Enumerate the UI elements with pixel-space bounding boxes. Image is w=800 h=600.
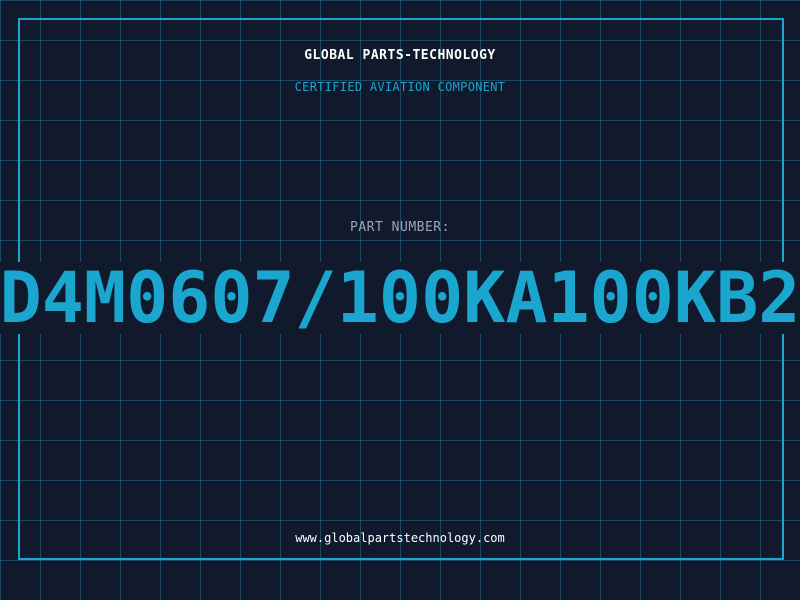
brand-name: GLOBAL PARTS-TECHNOLOGY [304,48,496,63]
brand-subtitle: CERTIFIED AVIATION COMPONENT [294,80,506,94]
part-number-value: D4M0607/100KA100KB2 [0,262,800,334]
part-number-band: D4M0607/100KA100KB2 [0,262,800,334]
blueprint-card: GLOBAL PARTS-TECHNOLOGY CERTIFIED AVIATI… [0,0,800,600]
part-number-label: PART NUMBER: [350,220,450,235]
website-url: www.globalpartstechnology.com [295,531,505,545]
